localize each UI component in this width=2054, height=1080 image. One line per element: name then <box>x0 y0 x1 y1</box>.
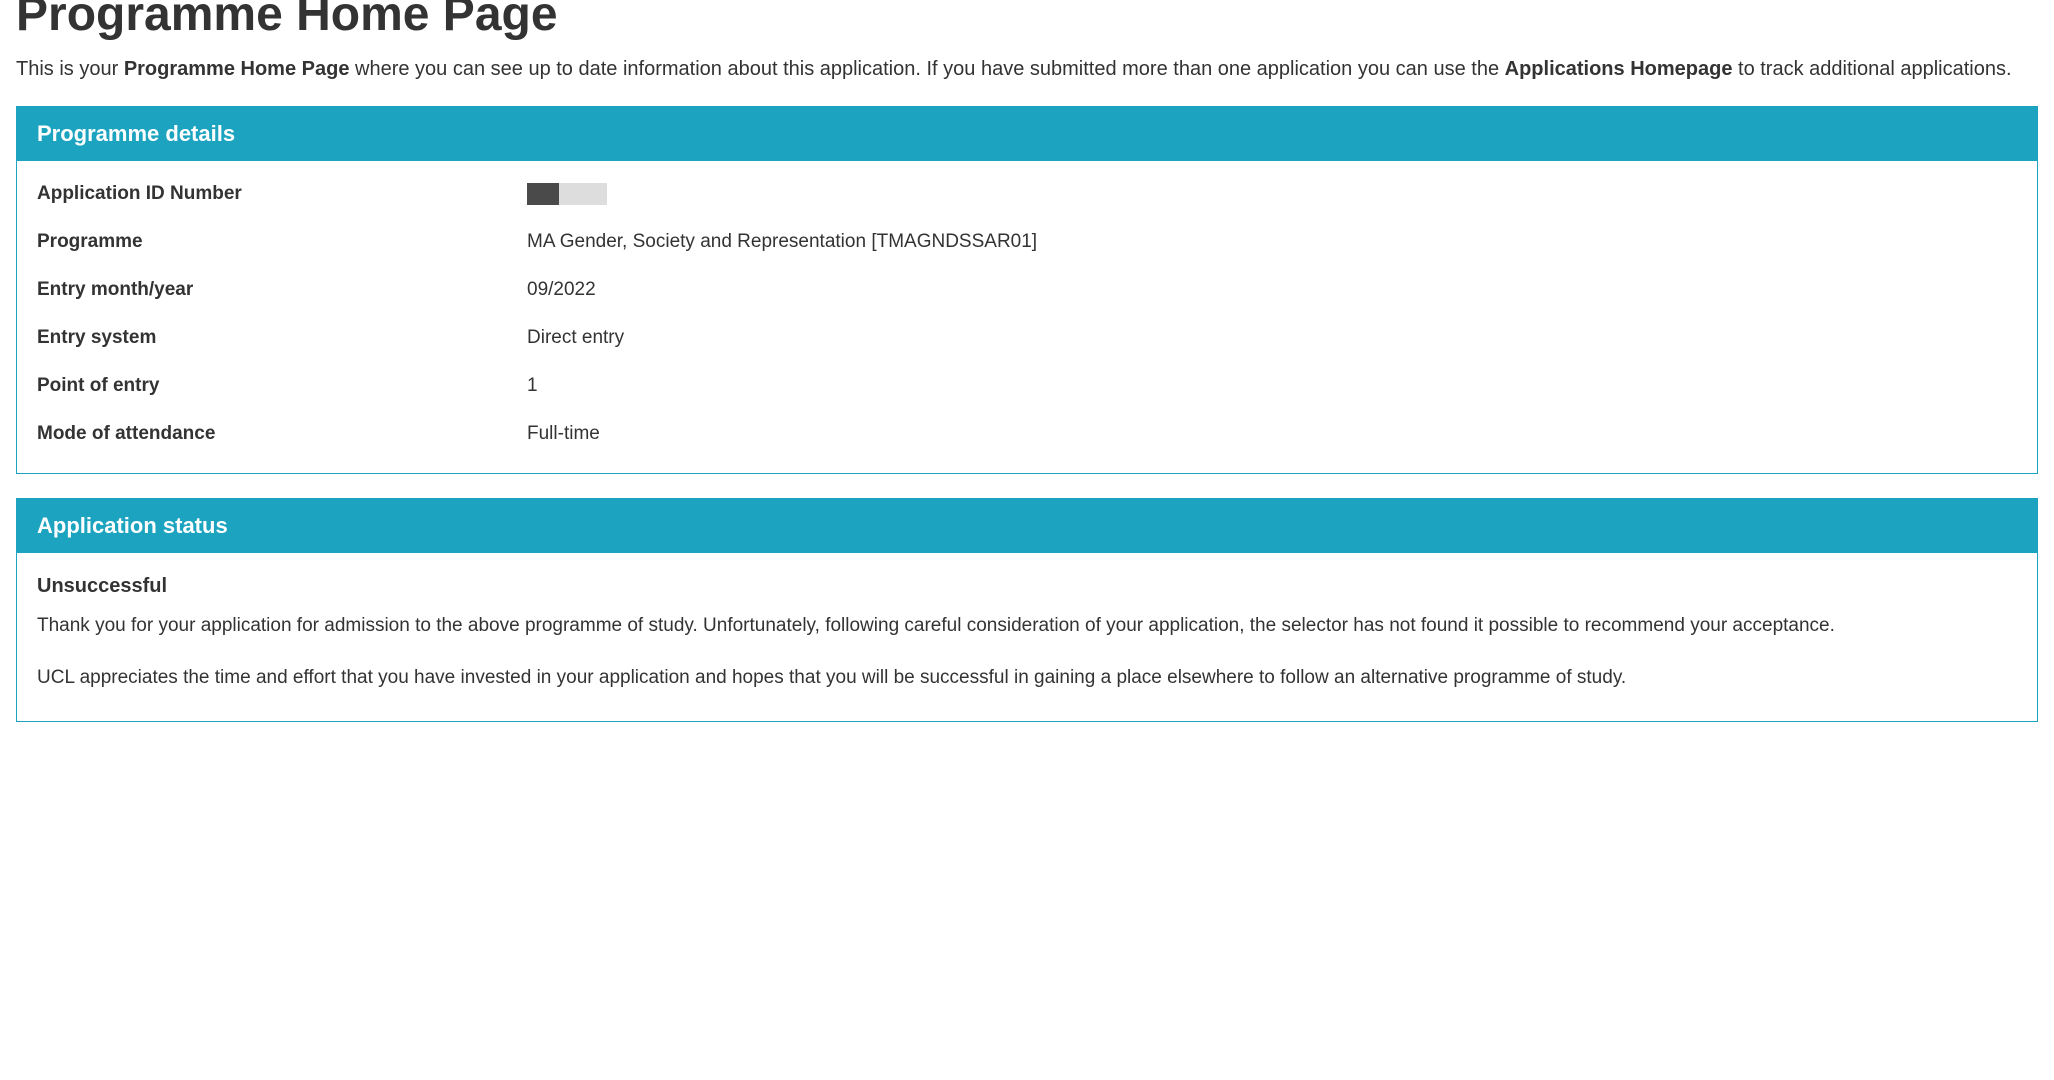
mode-value: Full-time <box>527 423 600 445</box>
detail-row-programme: Programme MA Gender, Society and Represe… <box>37 231 2017 253</box>
intro-paragraph: This is your Programme Home Page where y… <box>16 54 2038 84</box>
entry-month-label: Entry month/year <box>37 279 527 301</box>
programme-label: Programme <box>37 231 527 253</box>
application-status-header: Application status <box>17 499 2037 553</box>
status-paragraph-2: UCL appreciates the time and effort that… <box>37 664 2017 693</box>
page-title: Programme Home Page <box>16 0 2038 42</box>
intro-bold-2: Applications Homepage <box>1505 58 1733 80</box>
app-id-label: Application ID Number <box>37 183 527 205</box>
detail-row-app-id: Application ID Number <box>37 183 2017 205</box>
point-of-entry-label: Point of entry <box>37 375 527 397</box>
intro-text-3: to track additional applications. <box>1732 58 2011 80</box>
status-paragraph-1: Thank you for your application for admis… <box>37 612 2017 641</box>
entry-system-value: Direct entry <box>527 327 624 349</box>
intro-bold-1: Programme Home Page <box>124 58 350 80</box>
application-status-body: Unsuccessful Thank you for your applicat… <box>17 553 2037 721</box>
programme-details-panel: Programme details Application ID Number … <box>16 106 2038 474</box>
mode-label: Mode of attendance <box>37 423 527 445</box>
status-heading: Unsuccessful <box>37 575 2017 598</box>
programme-details-body: Application ID Number Programme MA Gende… <box>17 161 2037 473</box>
programme-details-header: Programme details <box>17 107 2037 161</box>
programme-value: MA Gender, Society and Representation [T… <box>527 231 1037 253</box>
intro-text-2: where you can see up to date information… <box>349 58 1504 80</box>
detail-row-entry-system: Entry system Direct entry <box>37 327 2017 349</box>
app-id-value <box>527 183 607 205</box>
application-status-panel: Application status Unsuccessful Thank yo… <box>16 498 2038 722</box>
detail-row-point-of-entry: Point of entry 1 <box>37 375 2017 397</box>
detail-row-entry-month: Entry month/year 09/2022 <box>37 279 2017 301</box>
entry-month-value: 09/2022 <box>527 279 596 301</box>
entry-system-label: Entry system <box>37 327 527 349</box>
intro-text-1: This is your <box>16 58 124 80</box>
detail-row-mode: Mode of attendance Full-time <box>37 423 2017 445</box>
redacted-icon <box>527 183 607 205</box>
point-of-entry-value: 1 <box>527 375 538 397</box>
